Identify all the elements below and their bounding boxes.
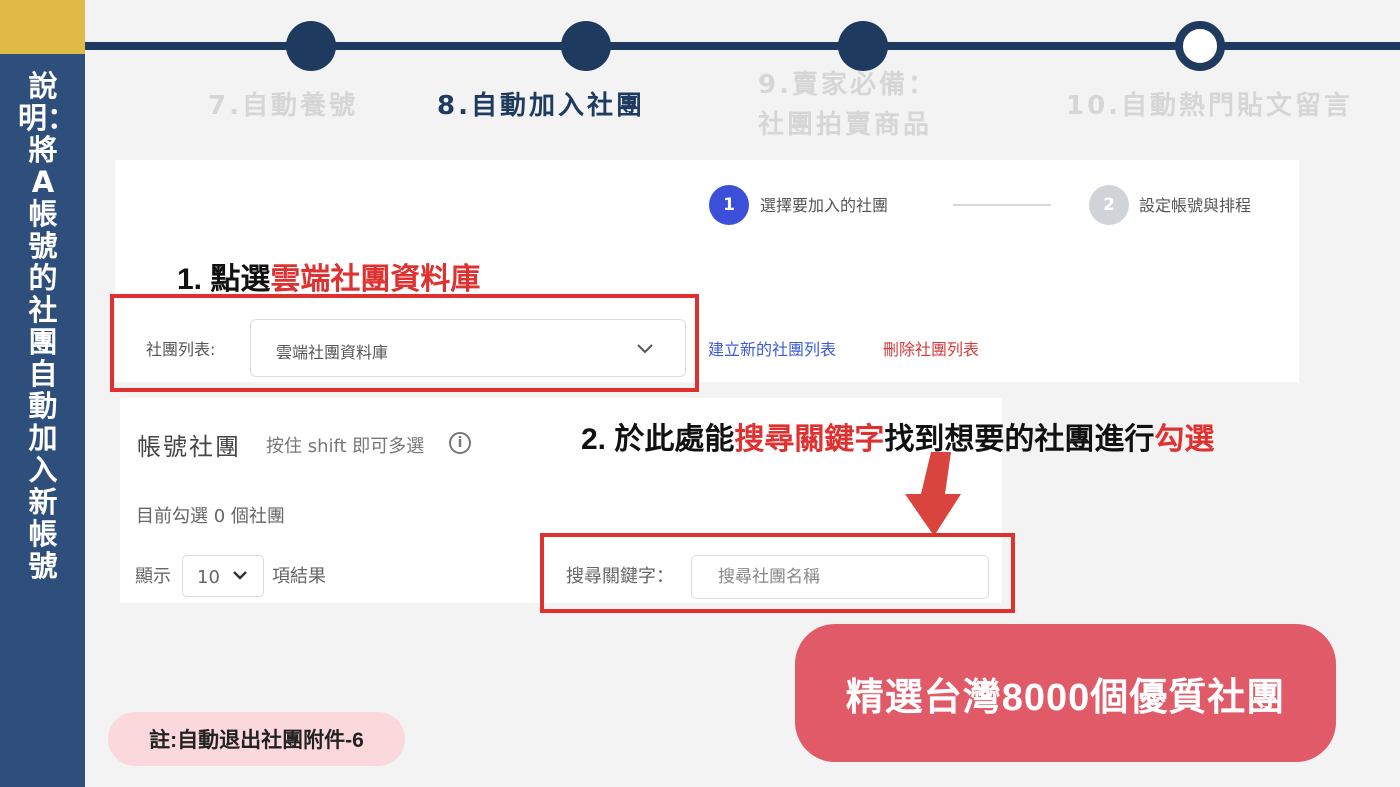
annotation-2-highlight-2: 勾選 <box>1154 423 1215 456</box>
step-dot-9 <box>838 21 888 71</box>
page-length-select[interactable]: 10 <box>182 555 264 597</box>
wizard-step-2-circle[interactable]: 2 <box>1089 185 1129 225</box>
wizard-step-1-label[interactable]: 選擇要加入的社團 <box>760 196 888 216</box>
down-arrow-icon <box>905 452 961 536</box>
create-group-list-link[interactable]: 建立新的社團列表 <box>708 340 836 360</box>
info-icon[interactable]: i <box>449 432 471 454</box>
page-length-value: 10 <box>197 567 220 588</box>
left-sidebar: 說明：將A帳號的社團自動加入新帳號 <box>0 0 85 787</box>
step-label-10: 10.自動熱門貼文留言 <box>1066 91 1354 121</box>
annotation-1-highlight: 雲端社團資料庫 <box>270 263 481 296</box>
sidebar-accent <box>0 0 85 54</box>
annotation-2-highlight-1: 搜尋關鍵字 <box>734 423 885 456</box>
step-label-9-line2: 社團拍賣商品 <box>758 110 933 140</box>
annotation-1-prefix: 1. 點選 <box>177 263 271 296</box>
step-label-8: 8.自動加入社團 <box>437 91 645 121</box>
annotation-step-1: 1. 點選雲端社團資料庫 <box>177 254 480 298</box>
step-dot-7 <box>286 21 336 71</box>
annotation-step-2: 2. 於此處能搜尋關鍵字找到想要的社團進行勾選 <box>581 414 1214 458</box>
wizard-step-2-label[interactable]: 設定帳號與排程 <box>1139 196 1251 216</box>
step-dot-10 <box>1175 21 1225 71</box>
step-label-7: 7.自動養號 <box>208 91 358 121</box>
step-dot-8 <box>561 21 611 71</box>
highlight-box-group-list <box>110 294 699 392</box>
footnote-pill: 註:自動退出社團附件-6 <box>108 712 405 766</box>
wizard-step-1-circle[interactable]: 1 <box>709 185 749 225</box>
show-suffix-text: 項結果 <box>272 566 326 587</box>
chevron-down-icon <box>231 566 249 588</box>
highlight-box-search <box>540 533 1015 613</box>
delete-group-list-link[interactable]: 刪除社團列表 <box>883 340 979 360</box>
sidebar-title: 說明：將A帳號的社團自動加入新帳號 <box>18 69 77 583</box>
account-groups-title: 帳號社團 <box>137 433 241 461</box>
multi-select-hint: 按住 shift 即可多選 <box>266 436 425 457</box>
wizard-separator <box>953 204 1051 206</box>
featured-groups-badge: 精選台灣8000個優質社團 <box>795 624 1336 762</box>
annotation-2-prefix: 2. 於此處能 <box>581 423 735 456</box>
selected-count-text: 目前勾選 0 個社團 <box>136 506 285 527</box>
step-label-9-line1: 9.賣家必備： <box>758 70 937 100</box>
show-prefix-text: 顯示 <box>135 566 171 587</box>
